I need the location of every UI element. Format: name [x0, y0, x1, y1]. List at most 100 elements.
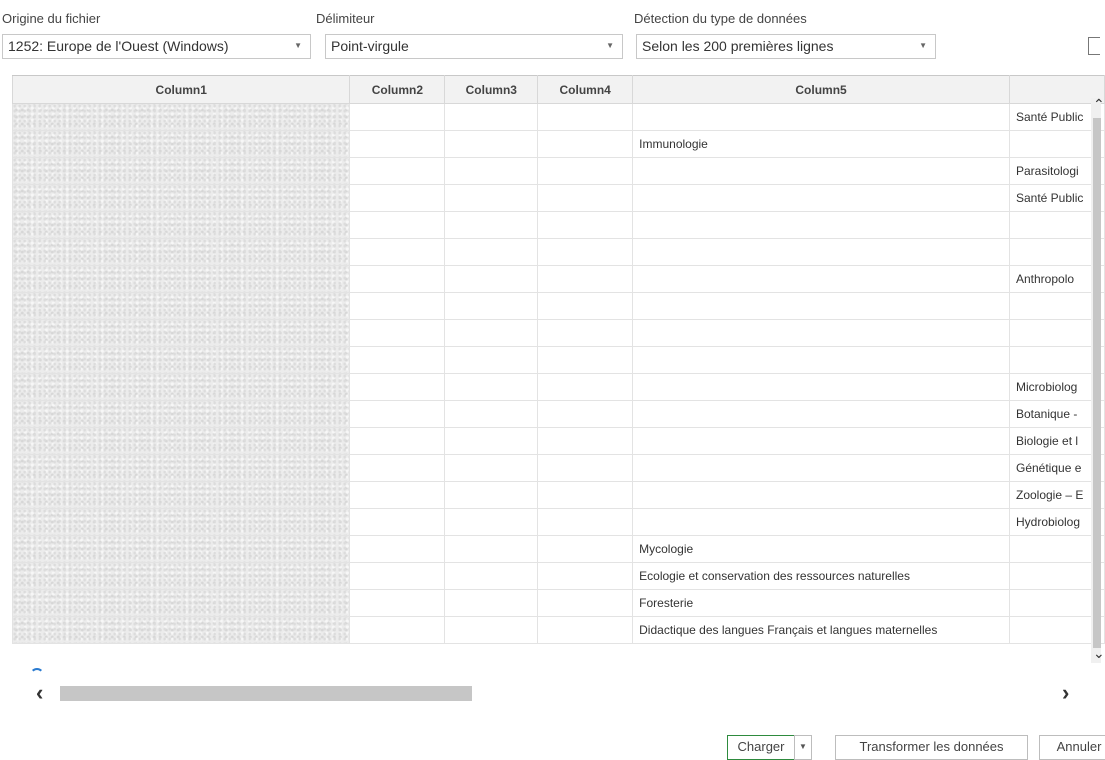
table-cell [537, 535, 634, 563]
table-row: Hydrobiolog [12, 508, 1105, 536]
column-header-5[interactable]: Column5 [632, 75, 1010, 104]
table-cell [444, 292, 539, 320]
document-icon[interactable] [1088, 37, 1100, 55]
column-header-3[interactable]: Column3 [444, 75, 539, 104]
redacted-cell [12, 319, 351, 347]
table-cell [537, 481, 634, 509]
table-cell [537, 508, 634, 536]
table-cell [444, 157, 539, 185]
table-cell [632, 292, 1010, 320]
table-cell [444, 319, 539, 347]
load-button[interactable]: Charger [727, 735, 795, 760]
table-cell [537, 589, 634, 617]
table-cell [632, 454, 1010, 482]
column-header-1[interactable]: Column1 [12, 75, 351, 104]
vertical-scroll-thumb[interactable] [1093, 118, 1101, 648]
table-cell [444, 481, 539, 509]
table-row [12, 238, 1105, 266]
table-cell [349, 535, 446, 563]
table-cell [537, 130, 634, 158]
table-cell [537, 400, 634, 428]
table-cell [537, 292, 634, 320]
data-preview-grid: Column1 Column2 Column3 Column4 Column5 … [12, 75, 1105, 665]
table-row [12, 211, 1105, 239]
table-row: Immunologie [12, 130, 1105, 158]
table-cell [632, 346, 1010, 374]
table-cell [632, 319, 1010, 347]
redacted-cell [12, 103, 351, 131]
redacted-cell [12, 265, 351, 293]
table-row: Microbiolog [12, 373, 1105, 401]
redacted-cell [12, 589, 351, 617]
table-cell [537, 562, 634, 590]
table-cell [444, 184, 539, 212]
table-cell [537, 238, 634, 266]
delimiter-select[interactable]: Point-virgule ▼ [325, 34, 623, 59]
load-options-dropdown[interactable]: ▼ [794, 735, 812, 760]
table-cell [349, 373, 446, 401]
table-cell [632, 103, 1010, 131]
table-cell [444, 238, 539, 266]
redacted-cell [12, 130, 351, 158]
file-origin-label: Origine du fichier [2, 11, 101, 26]
table-cell [444, 103, 539, 131]
redacted-cell [12, 157, 351, 185]
table-row [12, 346, 1105, 374]
transform-data-button[interactable]: Transformer les données [835, 735, 1028, 760]
table-cell [349, 481, 446, 509]
table-body: Santé Public Immunologie Parasitologi Santé… [12, 103, 1105, 644]
type-detection-select[interactable]: Selon les 200 premières lignes ▼ [636, 34, 936, 59]
table-cell [537, 211, 634, 239]
column-header-4[interactable]: Column4 [537, 75, 634, 104]
chevron-down-icon: ▼ [919, 41, 927, 50]
redacted-cell [12, 508, 351, 536]
table-cell [349, 508, 446, 536]
table-cell [349, 400, 446, 428]
table-cell [444, 616, 539, 644]
table-cell [349, 562, 446, 590]
redacted-cell [12, 616, 351, 644]
table-row: Mycologie [12, 535, 1105, 563]
table-cell [632, 373, 1010, 401]
table-cell [349, 292, 446, 320]
table-cell [349, 319, 446, 347]
horizontal-scroll-thumb[interactable] [60, 686, 472, 701]
table-cell [349, 427, 446, 455]
table-cell: Didactique des langues Français et langu… [632, 616, 1010, 644]
chevron-down-icon: ▼ [294, 41, 302, 50]
table-cell [444, 130, 539, 158]
table-cell [537, 616, 634, 644]
scroll-right-icon[interactable]: › [1062, 680, 1069, 706]
table-cell [444, 535, 539, 563]
table-cell [537, 346, 634, 374]
table-row: Zoologie – E [12, 481, 1105, 509]
table-cell [632, 238, 1010, 266]
table-cell [349, 454, 446, 482]
table-row: Ecologie et conservation des ressources … [12, 562, 1105, 590]
table-cell [444, 589, 539, 617]
table-cell [444, 373, 539, 401]
table-row: Santé Public [12, 184, 1105, 212]
redacted-cell [12, 373, 351, 401]
cancel-button[interactable]: Annuler [1039, 735, 1105, 760]
column-header-2[interactable]: Column2 [349, 75, 446, 104]
redacted-cell [12, 454, 351, 482]
table-cell [537, 103, 634, 131]
type-detection-label: Détection du type de données [634, 11, 807, 26]
table-cell [349, 238, 446, 266]
scroll-up-icon[interactable]: ⌃ [1093, 96, 1105, 113]
table-cell [632, 211, 1010, 239]
file-origin-select[interactable]: 1252: Europe de l'Ouest (Windows) ▼ [2, 34, 311, 59]
redacted-cell [12, 238, 351, 266]
table-cell: Foresterie [632, 589, 1010, 617]
table-cell [349, 589, 446, 617]
redacted-cell [12, 562, 351, 590]
table-cell [444, 508, 539, 536]
table-cell [444, 346, 539, 374]
scroll-left-icon[interactable]: ‹ [36, 680, 43, 706]
table-cell [632, 508, 1010, 536]
table-cell [537, 319, 634, 347]
table-cell [349, 184, 446, 212]
redacted-cell [12, 535, 351, 563]
scroll-down-icon[interactable]: ⌄ [1093, 645, 1105, 662]
